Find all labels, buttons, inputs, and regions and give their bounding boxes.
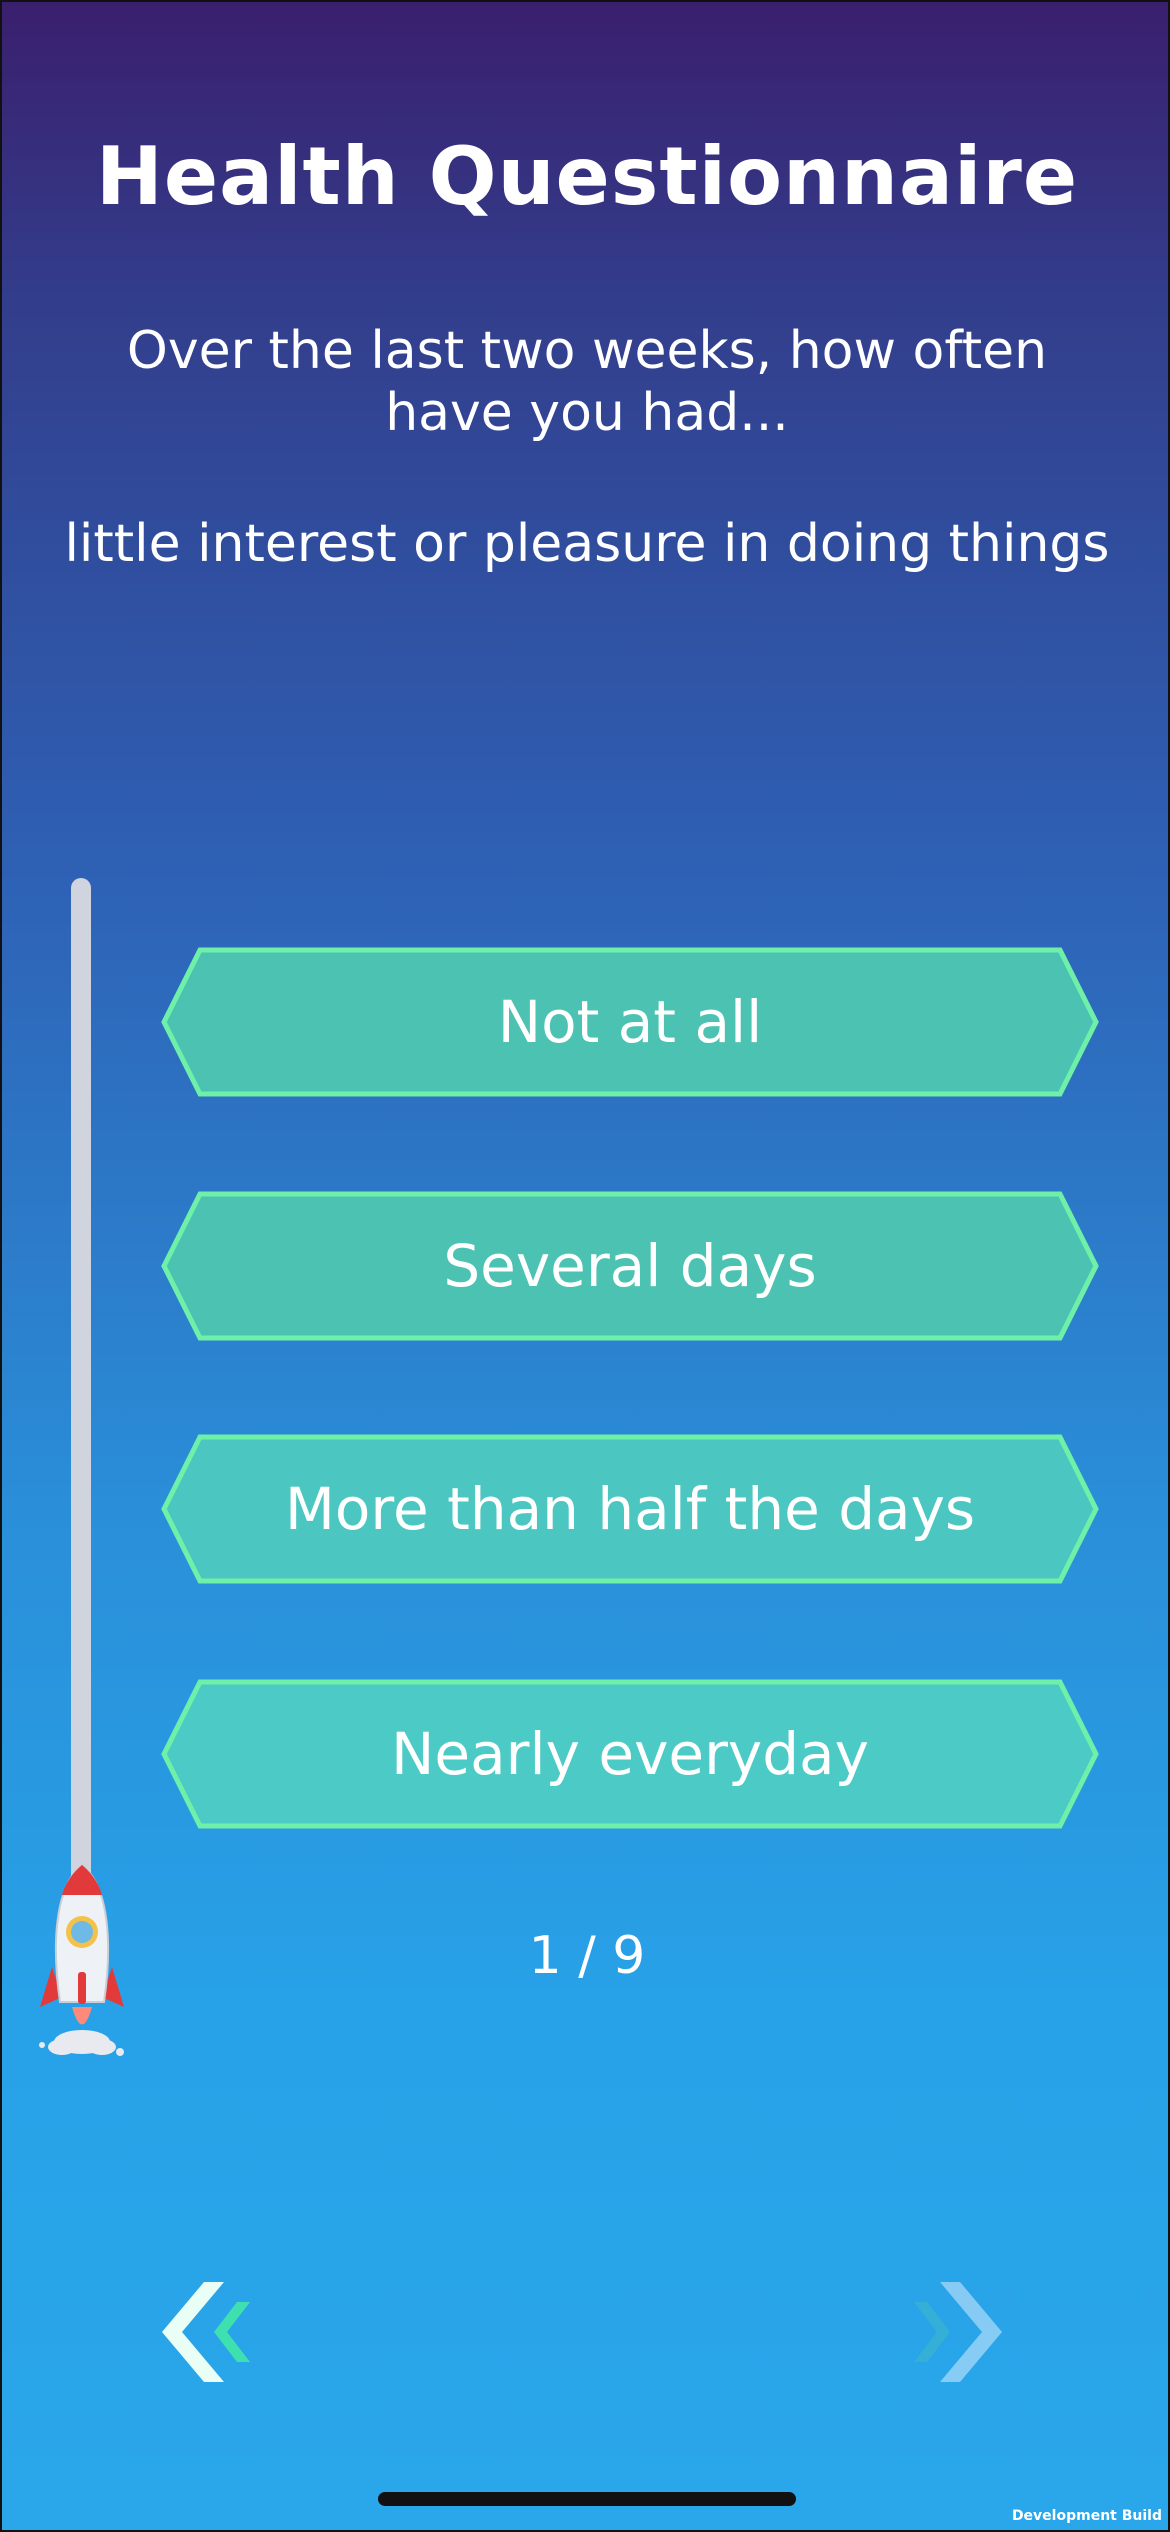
double-chevron-left-icon — [162, 2282, 250, 2382]
option-label: Not at all — [497, 988, 763, 1056]
option-not-at-all[interactable]: Not at all — [160, 946, 1100, 1098]
double-chevron-right-icon — [914, 2282, 1002, 2382]
option-several-days[interactable]: Several days — [160, 1190, 1100, 1342]
option-nearly-everyday[interactable]: Nearly everyday — [160, 1678, 1100, 1830]
question-prompt: Over the last two weeks, how often have … — [126, 321, 1048, 443]
option-label: Nearly everyday — [391, 1720, 869, 1788]
question-symptom: little interest or pleasure in doing thi… — [64, 514, 1110, 574]
option-label: More than half the days — [284, 1475, 976, 1543]
progress-track — [71, 878, 91, 1888]
option-label: Several days — [443, 1232, 817, 1300]
page-title: Health Questionnaire — [95, 130, 1079, 223]
home-indicator[interactable] — [378, 2492, 796, 2506]
questionnaire-screen: Health Questionnaire Over the last two w… — [0, 0, 1170, 2532]
option-more-than-half[interactable]: More than half the days — [160, 1433, 1100, 1585]
build-label: Development Build — [1011, 2508, 1162, 2524]
back-button[interactable] — [142, 2272, 262, 2392]
question-counter: 1 / 9 — [528, 1926, 646, 1986]
next-button[interactable] — [902, 2272, 1022, 2392]
